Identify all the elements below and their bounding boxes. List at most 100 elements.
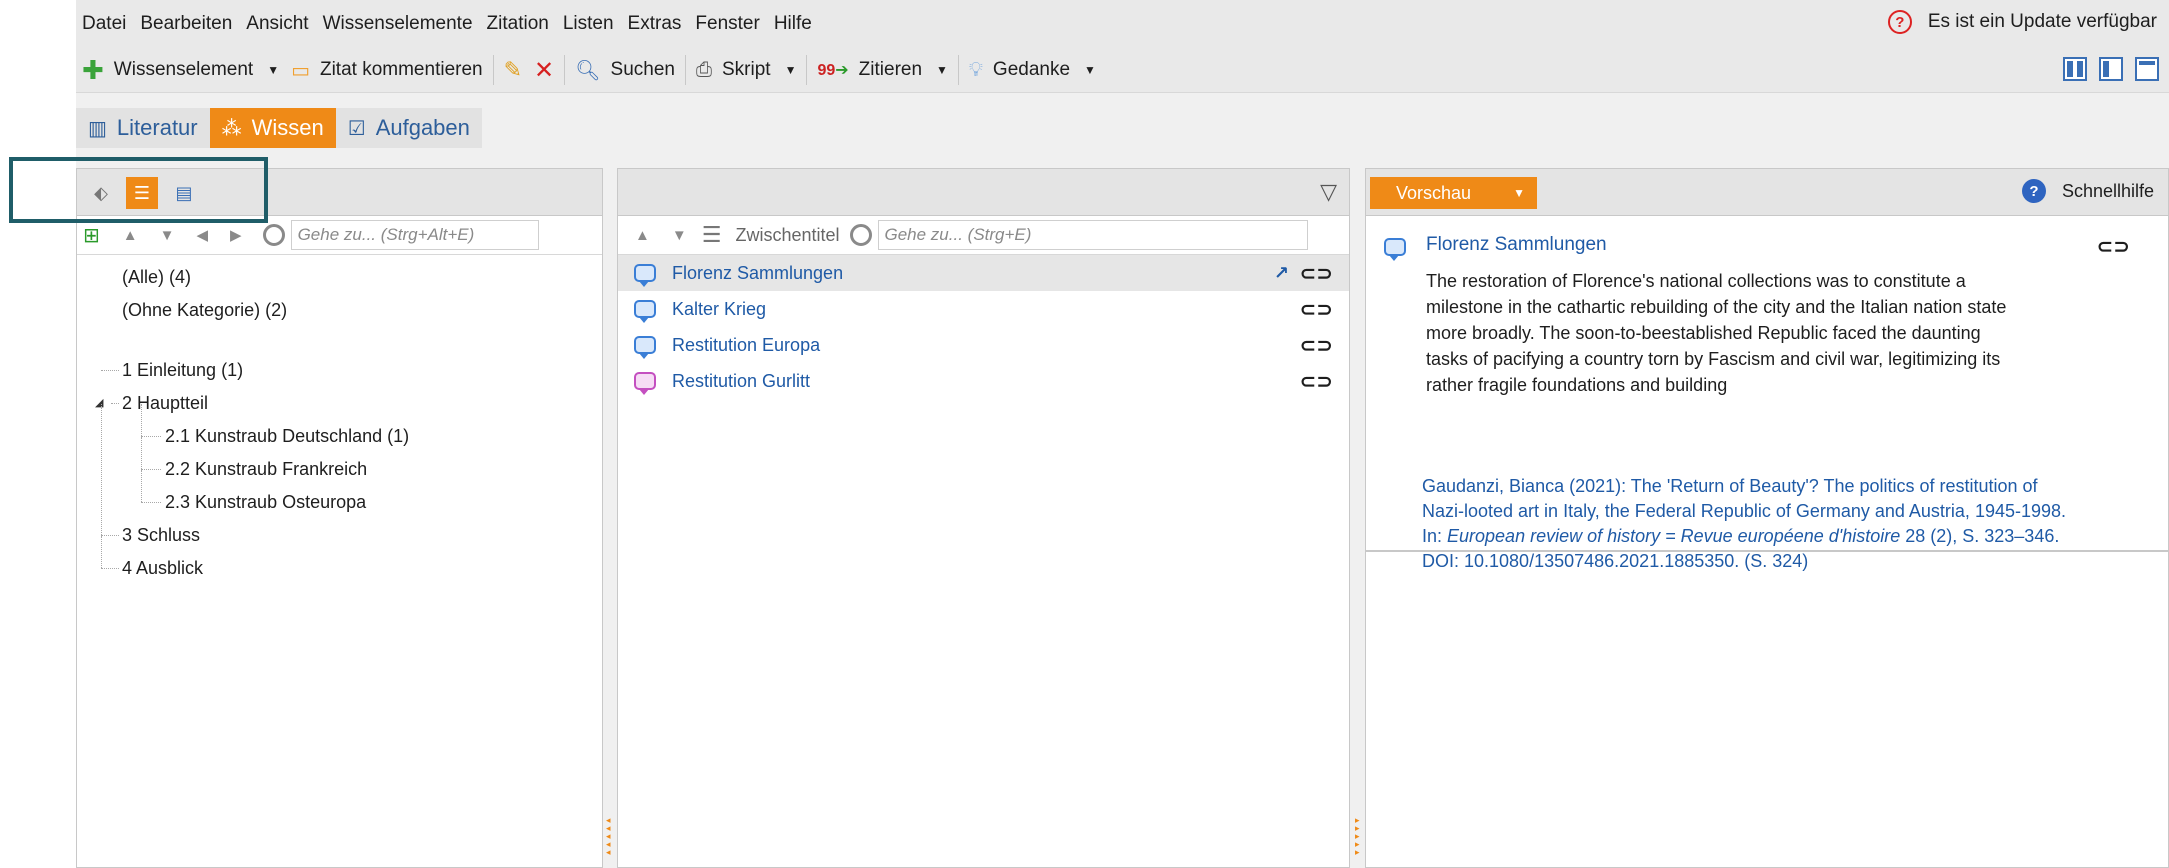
add-category-icon[interactable]: ⊞ [83,223,100,248]
search-button[interactable]: 🔍︎ Suchen [569,52,681,88]
tree-item[interactable]: 1 Einleitung (1) [77,354,602,387]
subheading-icon[interactable]: ☰ [702,222,722,248]
chevron-down-icon[interactable]: ▼ [267,63,279,77]
chevron-down-icon[interactable]: ▼ [785,63,797,77]
link-icon[interactable]: ⊂⊃ [1299,297,1333,322]
toolbar-separator [806,55,808,85]
new-knowledge-item-button[interactable]: ✚ Wissenselement ▼ [76,52,285,88]
move-right-icon[interactable]: ▶ [230,226,242,244]
comment-quote-button[interactable]: ▭ Zitat kommentieren [285,52,489,88]
jump-arrow-icon[interactable]: ↗ [1274,263,1289,284]
tree-item[interactable]: 4 Ausblick [77,536,602,585]
knowledge-goto-input[interactable]: Gehe zu... (Strg+E) [877,220,1308,250]
move-up-icon[interactable]: ▲ [123,227,138,244]
move-down-icon[interactable]: ▼ [672,227,687,244]
link-icon[interactable]: ⊂⊃ [1299,333,1333,358]
tree-item-label: 2.3 Kunstraub Osteuropa [165,492,367,512]
menu-extras[interactable]: Extras [621,13,689,35]
collapse-triangle-icon[interactable]: ◢ [95,387,103,420]
knowledge-comment-icon [634,264,656,287]
link-icon[interactable]: ⊂⊃ [2096,234,2130,259]
chevron-down-icon: ▼ [1513,186,1525,200]
books-icon: ▥ [88,117,107,140]
list-item[interactable]: Florenz Sammlungen ↗ ⊂⊃ [618,255,1349,291]
left-splitter[interactable]: ◂ ◂ ◂ ◂ ◂ [603,168,615,868]
tree-connector [101,370,119,371]
outline-view-button[interactable]: ▤ [168,177,200,209]
citation-volume-pages: 28 (2), S. 323–346. [1900,526,2060,546]
tree-item[interactable]: 2.2 Kunstraub Frankreich [77,437,602,486]
help-icon: ? [2021,179,2046,203]
list-item[interactable]: Kalter Krieg ⊂⊃ [618,291,1349,327]
knowledge-items-header: ▽ [618,169,1349,216]
tree-connector [141,404,142,436]
printer-icon: ⎙ [696,58,712,81]
tab-aufgaben[interactable]: ☑ Aufgaben [336,108,482,148]
category-goto-input[interactable]: Gehe zu... (Strg+Alt+E) [290,220,539,250]
tree-item[interactable]: ◢ 2 Hauptteil [77,387,602,420]
tree-item[interactable]: 2.1 Kunstraub Deutschland (1) [77,404,602,453]
menu-fenster[interactable]: Fenster [688,13,766,35]
menu-ansicht[interactable]: Ansicht [239,13,315,35]
list-item-label: Restitution Gurlitt [672,370,811,391]
preview-title[interactable]: Florenz Sammlungen [1426,234,1607,256]
preview-pane-header: Vorschau ▼ ? Schnellhilfe [1366,169,2168,216]
script-button[interactable]: ⎙ Skript ▼ [690,52,802,88]
edit-button[interactable]: ✎ [498,52,528,88]
delete-button[interactable]: ✕ [528,52,560,88]
list-item[interactable]: Restitution Gurlitt ⊂⊃ [618,363,1349,399]
tab-wissen-label: Wissen [251,115,324,140]
new-knowledge-item-label: Wissenselement [113,59,254,80]
list-item[interactable]: Restitution Europa ⊂⊃ [618,327,1349,363]
tab-literatur[interactable]: ▥ Literatur [76,108,210,148]
tree-item[interactable]: 2.3 Kunstraub Osteuropa [77,470,602,519]
toolbar-separator [492,55,494,85]
move-left-icon[interactable]: ◀ [196,226,208,244]
filter-funnel-icon[interactable]: ▽ [1320,179,1337,205]
menu-datei[interactable]: Datei [76,13,133,35]
comment-quote-label: Zitat kommentieren [319,59,483,80]
thought-button[interactable]: 💡︎ Gedanke ▼ [963,52,1102,88]
menu-wissenselemente[interactable]: Wissenselemente [316,13,480,35]
tag-filter-button[interactable]: ⬖ [85,177,117,209]
pencil-icon: ✎ [503,57,523,82]
layout-single-pane-icon[interactable] [2135,57,2159,81]
tree-item[interactable]: 3 Schluss [77,404,602,552]
menu-listen[interactable]: Listen [556,13,621,35]
update-notice[interactable]: ? Es ist ein Update verfügbar [1887,10,2157,34]
layout-two-pane-icon[interactable] [2099,57,2123,81]
tree-item-label: 2.2 Kunstraub Frankreich [165,459,368,479]
chevron-down-icon[interactable]: ▼ [936,63,948,77]
preview-citation[interactable]: Gaudanzi, Bianca (2021): The 'Return of … [1422,474,2142,574]
category-navigation-bar: ⊞ ▲ ▼ ◀ ▶ Gehe zu... (Strg+Alt+E) [77,216,602,255]
layout-three-pane-icon[interactable] [2063,57,2087,81]
knowledge-items-pane: ▽ ▲ ▼ ☰ Zwischentitel Gehe zu... (Strg+E… [617,168,1350,868]
cite-button[interactable]: 99➔ Zitieren ▼ [811,52,953,88]
menu-bearbeiten[interactable]: Bearbeiten [133,13,239,35]
link-icon[interactable]: ⊂⊃ [1299,261,1333,286]
delete-x-icon: ✕ [534,56,555,84]
citation-line: DOI: 10.1080/13507486.2021.1885350. (S. … [1422,551,1809,571]
preview-dropdown[interactable]: Vorschau ▼ [1370,177,1537,209]
move-down-icon[interactable]: ▼ [160,227,175,244]
quick-help-button[interactable]: ? Schnellhilfe [2021,179,2154,203]
right-splitter[interactable]: ▸ ▸ ▸ ▸ ▸ [1352,168,1364,868]
tree-item[interactable]: (Ohne Kategorie) (2) [77,294,602,327]
category-view-button[interactable]: ☰ [126,177,158,209]
category-pane: ⬖ ☰ ▤ ⊞ ▲ ▼ ◀ ▶ Gehe zu... (Strg+Alt+E) … [76,168,603,868]
subheading-label[interactable]: Zwischentitel [735,225,839,246]
menu-zitation[interactable]: Zitation [480,13,556,35]
gear-icon[interactable] [849,224,872,246]
tab-wissen[interactable]: ⁂ Wissen [209,108,336,148]
category-tree-icon: ☰ [133,182,151,203]
move-up-icon[interactable]: ▲ [635,227,650,244]
tree-connector [141,469,161,470]
tree-item-label: 1 Einleitung (1) [122,360,244,380]
link-icon[interactable]: ⊂⊃ [1299,369,1333,394]
menu-hilfe[interactable]: Hilfe [767,13,819,35]
gear-icon[interactable] [262,224,285,246]
citation-journal: European review of history = Revue europ… [1447,526,1901,546]
tree-item[interactable]: (Alle) (4) [77,261,602,294]
chevron-down-icon[interactable]: ▼ [1084,63,1096,77]
